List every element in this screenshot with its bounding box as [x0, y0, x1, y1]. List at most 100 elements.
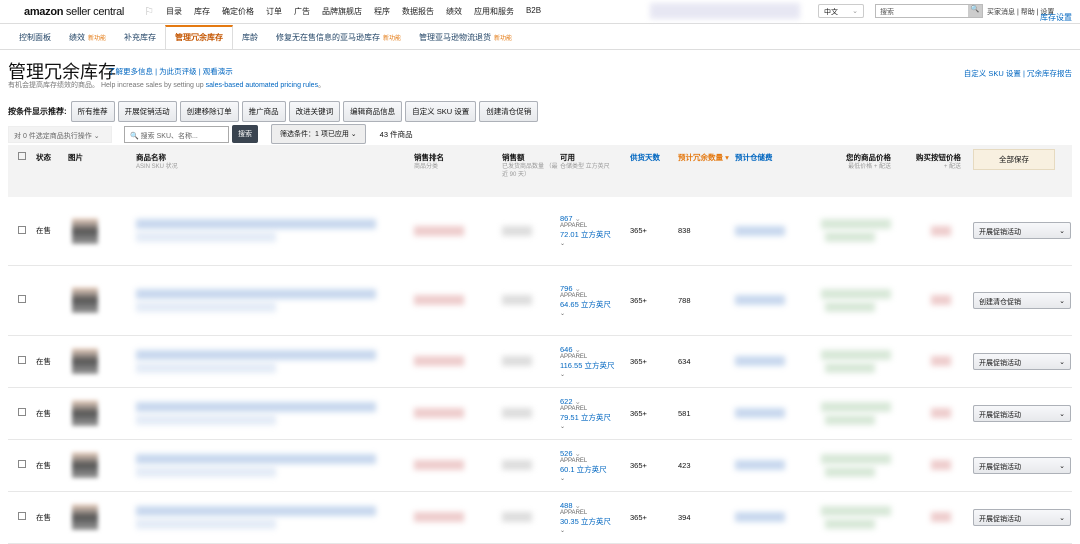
col-days-of-supply[interactable]: 供货天数	[630, 145, 678, 197]
col-sales[interactable]: 销售额 已发货商品数量 （最近 90 天）	[502, 145, 560, 197]
recommend-filter-button[interactable]: 编辑商品信息	[343, 101, 403, 122]
language-select[interactable]: 中文 ⌄	[818, 4, 864, 18]
tab-item[interactable]: 管理冗余库存	[165, 25, 234, 49]
col-image: 图片	[68, 145, 136, 197]
product-image[interactable]	[72, 504, 98, 530]
inventory-settings-link[interactable]: 库存设置	[1040, 12, 1072, 23]
recommendation-filter: 按条件显示推荐: 所有推荐 开展促销活动 创建移除订单 推广商品 改进关键词 编辑商品信息自…	[8, 101, 541, 122]
product-image[interactable]	[72, 348, 98, 374]
recommend-label: 按条件显示推荐:	[8, 107, 67, 116]
product-image[interactable]	[72, 287, 98, 313]
table-row: 在售 526 ⌄ APPAREL 60.1 立方英尺 ⌄ 365+ 423 开展促销活…	[8, 439, 1072, 492]
product-image[interactable]	[72, 452, 98, 478]
available-cell[interactable]: 646 ⌄ APPAREL 116.55 立方英尺 ⌄	[560, 335, 630, 388]
recommend-filter-button[interactable]: 创建移除订单	[179, 101, 239, 122]
status: 在售	[36, 491, 68, 544]
tab-item[interactable]: 控制面板	[10, 32, 60, 49]
row-checkbox[interactable]	[18, 460, 26, 468]
status	[36, 265, 68, 336]
recommend-filter-button[interactable]: 推广商品	[241, 101, 286, 122]
nav-item[interactable]: B2B	[526, 6, 541, 17]
days-of-supply: 365+	[630, 197, 678, 266]
row-checkbox[interactable]	[18, 512, 26, 520]
available-cell[interactable]: 622 ⌄ APPAREL 79.51 立方英尺 ⌄	[560, 387, 630, 440]
tab-item[interactable]: 修复无在售信息的亚马逊库存 新功能	[267, 32, 410, 49]
tab-item[interactable]: 绩效 新功能	[60, 32, 115, 49]
available-cell[interactable]: 526 ⌄ APPAREL 60.1 立方英尺 ⌄	[560, 439, 630, 492]
tab-item[interactable]: 管理亚马逊物流退货 新功能	[410, 32, 521, 49]
days-of-supply: 365+	[630, 439, 678, 492]
product-name[interactable]	[136, 491, 414, 544]
row-action-select[interactable]: 开展促销活动 ⌄	[973, 508, 1071, 526]
table-row: 在售 867 ⌄ APPAREL 72.01 立方英尺 ⌄ 365+ 838 开展促销…	[8, 197, 1072, 266]
excess-units: 581	[678, 387, 735, 440]
col-available[interactable]: 可用 仓储类型 立方英尺	[560, 145, 630, 197]
flag-icon[interactable]: ⚐	[144, 5, 154, 18]
title-links[interactable]: 了解更多信息 | 为此页评级 | 观看演示	[108, 66, 233, 77]
recommend-filter-button[interactable]: 创建清仓促销	[479, 101, 539, 122]
recommend-filter-button[interactable]: 改进关键词	[288, 101, 341, 122]
status: 在售	[36, 387, 68, 440]
product-name[interactable]	[136, 335, 414, 388]
nav-item[interactable]: 库存	[194, 6, 210, 17]
nav-item[interactable]: 确定价格	[222, 6, 254, 17]
row-checkbox[interactable]	[18, 295, 26, 303]
tab-item[interactable]: 补充库存	[115, 32, 165, 49]
row-checkbox[interactable]	[18, 408, 26, 416]
row-action-select[interactable]: 创建清仓促销 ⌄	[973, 291, 1071, 309]
recommend-filter-button[interactable]: 自定义 SKU 设置	[405, 101, 477, 122]
nav-item[interactable]: 数据报告	[402, 6, 434, 17]
recommend-filter-button[interactable]: 开展促销活动	[117, 101, 177, 122]
row-checkbox[interactable]	[18, 356, 26, 364]
nav-item[interactable]: 绩效	[446, 6, 462, 17]
report-links[interactable]: 自定义 SKU 设置 | 冗余库存报告	[964, 68, 1072, 79]
col-rank[interactable]: 销售排名 商品分类	[414, 145, 502, 197]
available-cell[interactable]: 488 ⌄ APPAREL 30.35 立方英尺 ⌄	[560, 491, 630, 544]
row-action-select[interactable]: 开展促销活动 ⌄	[973, 456, 1071, 474]
col-storage-fee[interactable]: 预计仓储费	[735, 145, 825, 197]
amazon-seller-central-logo[interactable]: amazon seller central	[24, 6, 124, 18]
col-buybox: 购买按钮价格 + 配送	[891, 145, 961, 197]
nav-item[interactable]: 程序	[374, 6, 390, 17]
excess-units: 634	[678, 335, 735, 388]
select-all-checkbox[interactable]	[18, 152, 26, 160]
excess-units: 423	[678, 439, 735, 492]
product-name[interactable]	[136, 387, 414, 440]
save-all-button[interactable]: 全部保存	[973, 149, 1055, 170]
row-action-select[interactable]: 开展促销活动 ⌄	[973, 404, 1071, 422]
excess-units: 394	[678, 491, 735, 544]
page-description: 有机会提高库存绩效的商品。 Help increase sales by set…	[8, 82, 326, 89]
available-cell[interactable]: 796 ⌄ APPAREL 64.65 立方英尺 ⌄	[560, 265, 630, 336]
table-row: 在售 646 ⌄ APPAREL 116.55 立方英尺 ⌄ 365+ 634 开展促…	[8, 335, 1072, 388]
nav-item[interactable]: 应用和服务	[474, 6, 514, 17]
search-input[interactable]: 搜索 🔍	[875, 4, 983, 18]
product-image[interactable]	[72, 400, 98, 426]
col-name[interactable]: 商品名称 ASIN SKU 状况	[136, 145, 414, 197]
row-checkbox[interactable]	[18, 225, 26, 234]
pricing-rules-link[interactable]: sales-based automated pricing rules	[206, 82, 318, 89]
recommend-filter-button[interactable]: 所有推荐	[70, 101, 115, 122]
product-name[interactable]	[136, 265, 414, 336]
col-excess[interactable]: 预计冗余数量 ▾	[678, 145, 735, 197]
status: 在售	[36, 197, 68, 266]
product-name[interactable]	[136, 197, 414, 266]
nav-item[interactable]: 广告	[294, 6, 310, 17]
search-button[interactable]: 搜索	[232, 125, 258, 143]
days-of-supply: 365+	[630, 335, 678, 388]
row-action-select[interactable]: 开展促销活动 ⌄	[973, 222, 1071, 240]
row-action-select[interactable]: 开展促销活动 ⌄	[973, 352, 1071, 370]
available-cell[interactable]: 867 ⌄ APPAREL 72.01 立方英尺 ⌄	[560, 197, 630, 266]
sku-search-input[interactable]: 🔍 搜索 SKU、名称...	[124, 125, 229, 143]
inventory-table: 状态 图片 商品名称 ASIN SKU 状况 销售排名 商品分类 销售额 已发货商品数…	[8, 145, 1072, 544]
bulk-action-select[interactable]: 对 0 件选定商品执行操作 ⌄	[8, 125, 112, 143]
filter-dropdown[interactable]: 筛选条件：1 项已应用 ⌄	[271, 124, 366, 144]
nav-item[interactable]: 订单	[266, 6, 282, 17]
product-image[interactable]	[72, 217, 98, 244]
action-bar: 对 0 件选定商品执行操作 ⌄ 🔍 搜索 SKU、名称... 搜索 筛选条件：1…	[8, 124, 413, 144]
search-icon[interactable]: 🔍	[968, 5, 982, 17]
nav-item[interactable]: 品牌旗舰店	[322, 6, 362, 17]
product-name[interactable]	[136, 439, 414, 492]
tab-item[interactable]: 库龄	[233, 32, 267, 49]
excess-units: 838	[678, 197, 735, 266]
nav-item[interactable]: 目录	[166, 6, 182, 17]
